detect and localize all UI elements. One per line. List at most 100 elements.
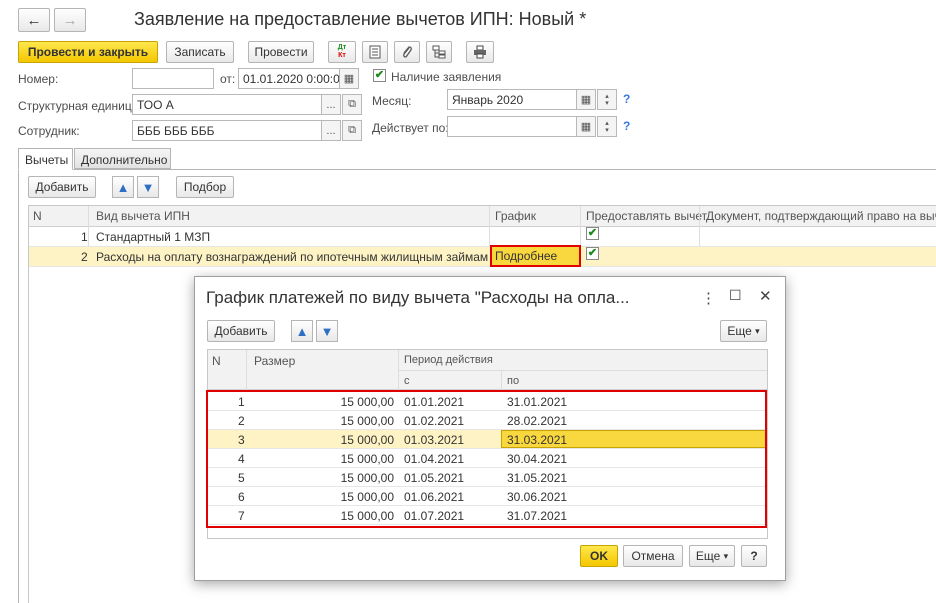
spin-down-icon: ▾ [605, 99, 609, 107]
document-list-button[interactable] [362, 41, 388, 63]
employee-input[interactable]: БББ БББ БББ [132, 120, 322, 141]
help-button[interactable]: ? [741, 545, 767, 567]
hierarchy-icon [432, 45, 446, 59]
tab-additional[interactable]: Дополнительно [74, 148, 171, 169]
chevron-down-icon: ▾ [723, 550, 729, 561]
highlight-frame [206, 390, 767, 528]
write-button[interactable]: Записать [166, 41, 234, 63]
employee-select-button[interactable]: ... [321, 120, 341, 141]
arrow-up-icon: ▲ [295, 323, 309, 339]
table-row[interactable]: 2 Расходы на оплату вознаграждений по ип… [29, 245, 936, 267]
valid-help-icon[interactable]: ? [623, 119, 630, 133]
header-schedule: График [495, 209, 536, 223]
dialog-maximize-icon[interactable]: ☐ [729, 287, 742, 304]
spin-up-icon: ▴ [605, 119, 609, 127]
post-button[interactable]: Провести [248, 41, 314, 63]
number-label: Номер: [18, 72, 59, 86]
statement-checkbox[interactable]: ✔ [373, 69, 386, 82]
header-n: N [33, 209, 42, 223]
tab-additional-label: Дополнительно [81, 153, 168, 167]
calendar-icon: ▦ [580, 94, 592, 106]
print-button[interactable] [466, 41, 494, 63]
dialog-footer-more-button[interactable]: Еще ▾ [689, 545, 735, 567]
row-n: 1 [81, 230, 88, 244]
forward-button[interactable]: → [54, 8, 86, 32]
col-divider [399, 370, 767, 371]
schedule-dialog: График платежей по виду вычета "Расходы … [194, 276, 786, 581]
unit-input[interactable]: ТОО А [132, 94, 322, 115]
more-label: Еще [695, 549, 721, 563]
header-to: по [507, 375, 520, 387]
attach-button[interactable] [394, 41, 420, 63]
valid-until-input[interactable] [447, 116, 577, 137]
arrow-down-icon: ▼ [141, 179, 155, 195]
add-deduction-button[interactable]: Добавить [28, 176, 96, 198]
provide-checkbox[interactable]: ✔ [586, 227, 599, 240]
ok-button[interactable]: OK [580, 545, 618, 567]
col-divider [246, 350, 247, 390]
valid-spin-button[interactable]: ▴ ▾ [597, 116, 617, 137]
dt-kt-button[interactable]: Дт Кт [328, 41, 356, 63]
header-n: N [212, 354, 221, 368]
date-calendar-button[interactable]: ▦ [339, 68, 359, 89]
cancel-button[interactable]: Отмена [623, 545, 683, 567]
dialog-move-up-button[interactable]: ▲ [291, 320, 313, 342]
month-label: Месяц: [372, 94, 412, 108]
open-icon: ⧉ [348, 98, 356, 110]
valid-until-label: Действует по: [372, 121, 449, 135]
employee-open-button[interactable]: ⧉ [342, 120, 362, 141]
employee-label: Сотрудник: [18, 124, 80, 138]
pick-button[interactable]: Подбор [176, 176, 234, 198]
list-icon [369, 45, 381, 59]
header-from: с [404, 375, 410, 387]
ellipsis-icon: ... [326, 124, 336, 137]
row-type: Расходы на оплату вознаграждений по ипот… [96, 250, 489, 264]
row-type: Стандартный 1 МЗП [96, 230, 211, 244]
dt-label: Дт [337, 44, 347, 51]
dialog-close-icon[interactable]: ✕ [759, 287, 772, 305]
unit-open-button[interactable]: ⧉ [342, 94, 362, 115]
arrow-up-icon: ▲ [116, 179, 130, 195]
dialog-title: График платежей по виду вычета "Расходы … [206, 288, 630, 307]
month-help-icon[interactable]: ? [623, 92, 630, 106]
row-n: 2 [81, 250, 88, 264]
chevron-down-icon: ▾ [755, 325, 760, 336]
tab-deductions[interactable]: Вычеты [18, 148, 73, 170]
number-input[interactable] [132, 68, 214, 89]
date-from-label: от: [220, 72, 236, 86]
calendar-icon: ▦ [343, 73, 355, 85]
dialog-menu-icon[interactable]: ⋮ [701, 289, 716, 307]
provide-checkbox[interactable]: ✔ [586, 247, 599, 260]
table-row[interactable]: 1 Стандартный 1 МЗП ✔ [29, 227, 936, 247]
spin-up-icon: ▴ [605, 92, 609, 100]
month-spin-button[interactable]: ▴ ▾ [597, 89, 617, 110]
dialog-more-button[interactable]: Еще ▾ [720, 320, 767, 342]
dialog-move-down-button[interactable]: ▼ [316, 320, 338, 342]
header-document: Документ, подтверждающий право на вычет [706, 209, 936, 223]
unit-select-button[interactable]: ... [321, 94, 341, 115]
header-period: Период действия [404, 354, 493, 366]
month-calendar-button[interactable]: ▦ [576, 89, 596, 110]
statement-label: Наличие заявления [391, 70, 502, 84]
month-input[interactable]: Январь 2020 [447, 89, 577, 110]
paperclip-icon [403, 46, 412, 58]
col-divider [501, 370, 502, 390]
spin-down-icon: ▾ [605, 126, 609, 134]
schedule-details-label: Подробнее [495, 249, 558, 263]
header-type: Вид вычета ИПН [96, 209, 190, 223]
back-button[interactable]: ← [18, 8, 50, 32]
back-arrow-icon: ← [26, 11, 42, 29]
structure-button[interactable] [426, 41, 452, 63]
move-up-button[interactable]: ▲ [112, 176, 134, 198]
date-input[interactable]: 01.01.2020 0:00:00 [238, 68, 340, 89]
dialog-add-button[interactable]: Добавить [207, 320, 275, 342]
move-down-button[interactable]: ▼ [137, 176, 159, 198]
arrow-down-icon: ▼ [320, 323, 334, 339]
post-and-close-button[interactable]: Провести и закрыть [18, 41, 158, 63]
tab-deductions-label: Вычеты [25, 153, 69, 167]
printer-icon [474, 45, 486, 59]
schedule-details-link[interactable]: Подробнее [490, 245, 581, 267]
forward-arrow-icon: → [62, 11, 78, 29]
header-provide: Предоставлять вычет [586, 209, 708, 223]
valid-calendar-button[interactable]: ▦ [576, 116, 596, 137]
